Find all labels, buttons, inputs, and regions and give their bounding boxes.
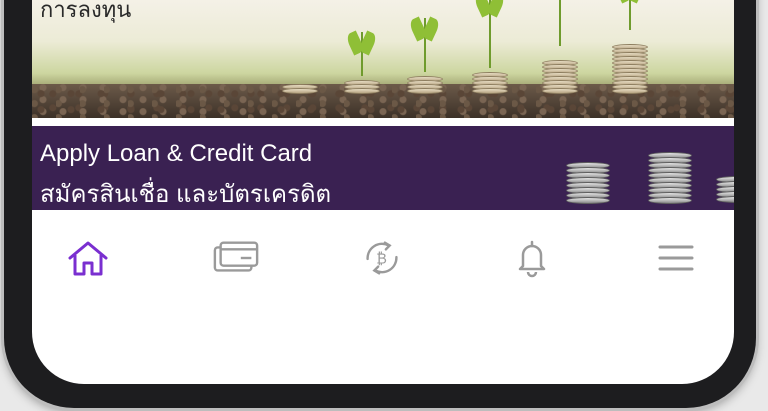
investment-banner[interactable]: การลงทุน xyxy=(32,0,734,118)
coin-stack-6 xyxy=(612,0,648,94)
app-screen: การลงทุน Apply Loan & Credit Card สมัครส… xyxy=(32,0,734,384)
bottom-navigation: ₿ xyxy=(32,210,734,320)
silver-coin-stack-2 xyxy=(648,152,692,204)
menu-icon xyxy=(658,245,694,271)
loan-banner-title-en: Apply Loan & Credit Card xyxy=(40,140,313,167)
bell-icon xyxy=(518,240,546,278)
nav-notifications[interactable] xyxy=(508,234,556,282)
nav-home[interactable] xyxy=(64,234,112,282)
silver-coin-stack-3 xyxy=(716,176,734,203)
loan-credit-card-banner[interactable]: Apply Loan & Credit Card สมัครสินเชื่อ แ… xyxy=(32,126,734,210)
nav-cards[interactable] xyxy=(212,234,260,282)
investment-banner-title: การลงทุน xyxy=(40,0,132,22)
loan-banner-title-th: สมัครสินเชื่อ และบัตรเครดิต xyxy=(40,181,332,208)
coin-stack-2 xyxy=(344,30,380,94)
home-icon xyxy=(68,241,108,276)
card-icon xyxy=(213,241,259,272)
bitcoin-exchange-icon: ₿ xyxy=(366,241,398,275)
svg-text:₿: ₿ xyxy=(376,252,387,268)
coin-stack-5 xyxy=(542,0,578,94)
silver-coin-stack-1 xyxy=(566,162,610,204)
coin-stack-3 xyxy=(407,16,443,94)
nav-menu[interactable] xyxy=(652,234,700,282)
nav-exchange[interactable]: ₿ xyxy=(358,234,406,282)
phone-frame: การลงทุน Apply Loan & Credit Card สมัครส… xyxy=(4,0,756,408)
coin-stack-4 xyxy=(472,0,508,94)
coin-stack-1 xyxy=(282,84,318,94)
